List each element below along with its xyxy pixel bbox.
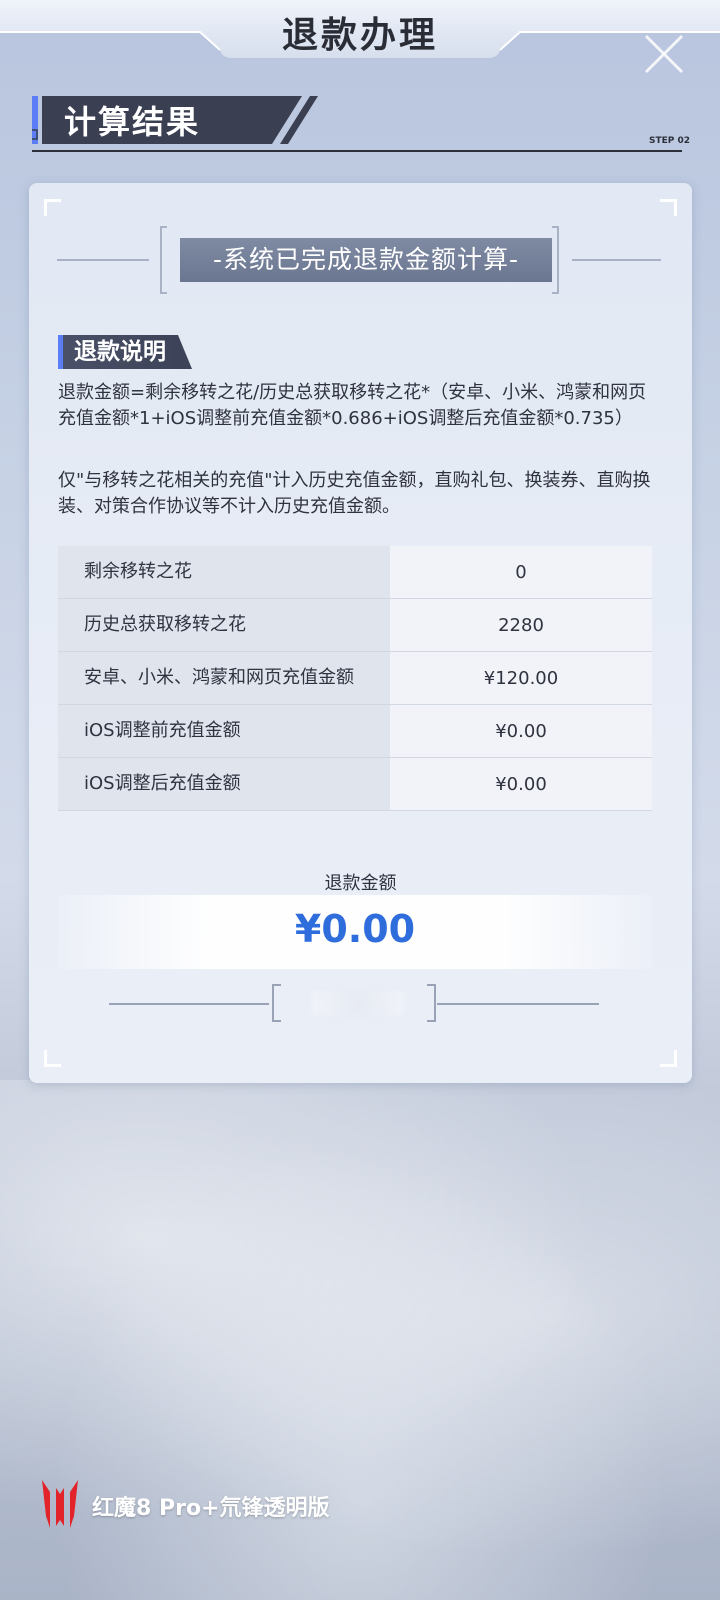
row-label: iOS调整前充值金额: [58, 704, 390, 758]
refund-amount-band: ¥0.00: [58, 895, 652, 969]
refund-detail-table: 剩余移转之花 0 历史总获取移转之花 2280 安卓、小米、鸿蒙和网页充值金额 …: [58, 546, 652, 811]
title-bar: 退款办理: [0, 0, 720, 66]
corner-bracket: [660, 1050, 677, 1067]
table-row: 剩余移转之花 0: [58, 546, 652, 599]
formula-text: 退款金额=剩余移转之花/历史总获取移转之花*（安卓、小米、鸿蒙和网页充值金额*1…: [58, 382, 647, 429]
table-row: iOS调整后充值金额 ¥0.00: [58, 757, 652, 811]
row-label: iOS调整后充值金额: [58, 757, 390, 811]
explain-heading: 退款说明: [58, 335, 192, 369]
refund-amount-label: 退款金额: [324, 873, 397, 894]
page-title: 退款办理: [281, 15, 438, 56]
row-value: 2280: [390, 598, 652, 652]
corner-bracket: [44, 199, 61, 216]
table-row: iOS调整前充值金额 ¥0.00: [58, 704, 652, 758]
note-text: 仅"与移转之花相关的充值"计入历史充值金额，直购礼包、换装券、直购换装、对策合作…: [58, 470, 651, 517]
row-value: 0: [390, 546, 652, 599]
close-icon: [644, 34, 684, 74]
refund-amount-value: ¥0.00: [294, 907, 416, 951]
table-row: 历史总获取移转之花 2280: [58, 598, 652, 652]
confirm-button[interactable]: [312, 991, 404, 1015]
section-title: 计算结果: [64, 103, 201, 141]
corner-bracket: [660, 199, 677, 216]
row-label: 剩余移转之花: [58, 546, 390, 599]
row-value: ¥120.00: [390, 651, 652, 705]
corner-bracket: [44, 1050, 61, 1067]
table-row: 安卓、小米、鸿蒙和网页充值金额 ¥120.00: [58, 651, 652, 705]
section-header: 计算结果 STEP 02: [32, 96, 696, 160]
background-fog: [0, 1080, 720, 1600]
watermark-text: 红魔8 Pro+氘锋透明版: [92, 1496, 330, 1521]
row-value: ¥0.00: [390, 704, 652, 758]
red-magic-logo: [42, 1480, 78, 1528]
refund-result-card: -系统已完成退款金额计算- 退款说明 退款金额=剩余移转之花/历史总获取移转之花…: [29, 183, 692, 1083]
row-label: 安卓、小米、鸿蒙和网页充值金额: [58, 651, 390, 705]
step-label: STEP 02: [648, 136, 690, 146]
row-value: ¥0.00: [390, 757, 652, 811]
close-button[interactable]: [640, 30, 690, 80]
row-label: 历史总获取移转之花: [58, 598, 390, 652]
status-banner: -系统已完成退款金额计算-: [180, 238, 552, 282]
